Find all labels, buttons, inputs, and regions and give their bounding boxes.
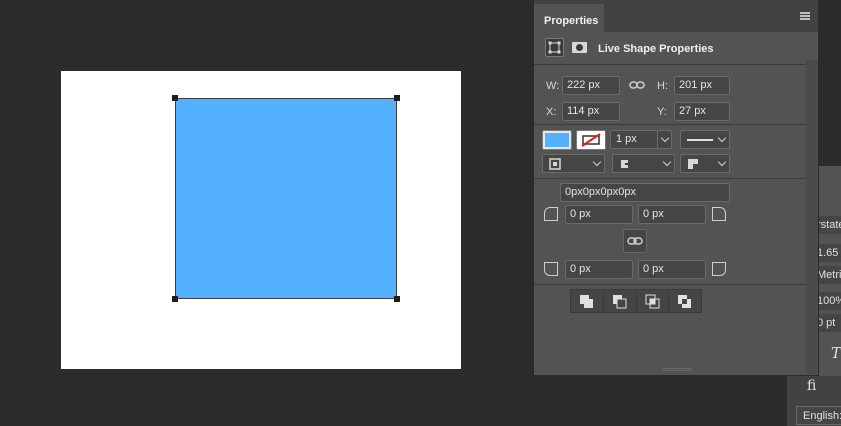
transform-handle-bottom-right[interactable] (394, 296, 400, 302)
no-stroke-icon (581, 133, 601, 147)
divider (534, 124, 818, 125)
corner-bottom-left-icon (544, 262, 558, 276)
chevron-down-icon (660, 133, 670, 143)
height-label: H: (657, 80, 668, 92)
corner-top-left-icon (544, 207, 558, 221)
transform-handle-top-right[interactable] (394, 95, 400, 101)
corner-top-right-icon (712, 207, 726, 221)
link-dimensions-icon[interactable] (629, 79, 645, 91)
transform-bounds-icon (548, 41, 561, 54)
mask-mode-button[interactable] (570, 38, 589, 57)
link-icon (627, 237, 643, 245)
language-dropdown[interactable]: English: (796, 406, 841, 425)
exclude-overlapping-shapes-button[interactable] (669, 290, 701, 312)
y-label: Y: (657, 106, 667, 118)
corner-top-left-field[interactable]: 0 px (565, 205, 633, 224)
stroke-corners-dropdown[interactable] (680, 154, 730, 173)
chevron-down-icon (592, 157, 602, 167)
divider (534, 284, 818, 285)
solid-line-icon (687, 139, 713, 141)
exclude-overlapping-shapes-icon (678, 295, 692, 308)
panel-menu-icon[interactable] (800, 12, 810, 20)
scale-value: 100% (817, 295, 841, 307)
panel-header: Properties (534, 0, 818, 32)
baseline-value: 0 pt (817, 317, 836, 329)
stroke-width-value: 1 px (616, 133, 637, 145)
stroke-align-dropdown[interactable] (542, 154, 605, 173)
font-size-value: 1.65 (817, 247, 839, 259)
italic-type-icon[interactable]: T (831, 344, 841, 362)
stroke-width-dropdown[interactable]: 1 px (610, 130, 658, 149)
kerning-value: Metric (817, 269, 841, 281)
transform-handle-top-left[interactable] (172, 95, 178, 101)
combine-shapes-icon (580, 295, 593, 308)
stroke-caps-dropdown[interactable] (612, 154, 675, 173)
stroke-caps-icon (621, 160, 630, 168)
corner-bottom-right-field[interactable]: 0 px (638, 260, 706, 279)
x-label: X: (546, 106, 557, 118)
divider (534, 64, 818, 65)
properties-tab[interactable]: Properties (534, 4, 604, 32)
font-family-value: rstate (817, 219, 841, 231)
panel-title: Properties (544, 15, 599, 27)
stroke-corners-icon (688, 159, 698, 169)
link-corners-button[interactable] (623, 229, 647, 253)
corner-bottom-left-field[interactable]: 0 px (565, 260, 633, 279)
x-position-field[interactable]: 114 px (562, 102, 620, 121)
live-shape-mode-button[interactable] (545, 38, 564, 57)
language-value: English: (803, 410, 841, 422)
y-position-field[interactable]: 27 px (674, 102, 730, 121)
intersect-shapes-icon (645, 294, 659, 309)
width-label: W: (546, 80, 560, 92)
transform-handle-bottom-left[interactable] (172, 296, 178, 302)
rectangle-shape[interactable] (175, 98, 397, 299)
stroke-align-icon (549, 158, 561, 170)
divider (534, 178, 818, 179)
height-field[interactable]: 201 px (674, 76, 730, 95)
corner-top-right-field[interactable]: 0 px (638, 205, 706, 224)
fill-color-preview (545, 133, 569, 147)
path-operations-bar (570, 289, 702, 313)
stroke-color-swatch[interactable] (576, 130, 606, 150)
chevron-down-icon (717, 133, 727, 143)
combine-shapes-button[interactable] (571, 290, 604, 312)
stroke-width-arrow-button[interactable] (658, 130, 672, 149)
subtract-front-shape-button[interactable] (604, 290, 637, 312)
intersect-shapes-button[interactable] (637, 290, 670, 312)
subtract-front-shape-icon (612, 295, 627, 309)
fill-color-swatch[interactable] (542, 130, 572, 150)
section-title: Live Shape Properties (598, 43, 714, 55)
mask-icon (572, 42, 587, 53)
corner-radius-summary-field[interactable]: 0px0px0px0px (560, 183, 730, 202)
ligature-icon[interactable]: fi (807, 378, 816, 394)
chevron-down-icon (662, 157, 672, 167)
corner-bottom-right-icon (712, 262, 726, 276)
character-panel-bottom: fi English: (787, 376, 841, 426)
properties-panel: Properties Live Shape Properties W: 222 … (533, 0, 819, 376)
stroke-type-dropdown[interactable] (680, 130, 730, 149)
chevron-down-icon (717, 157, 727, 167)
width-field[interactable]: 222 px (562, 76, 620, 95)
document-canvas[interactable] (61, 71, 461, 369)
panel-resize-grip[interactable] (662, 368, 692, 371)
panel-scrollbar[interactable] (806, 60, 818, 374)
